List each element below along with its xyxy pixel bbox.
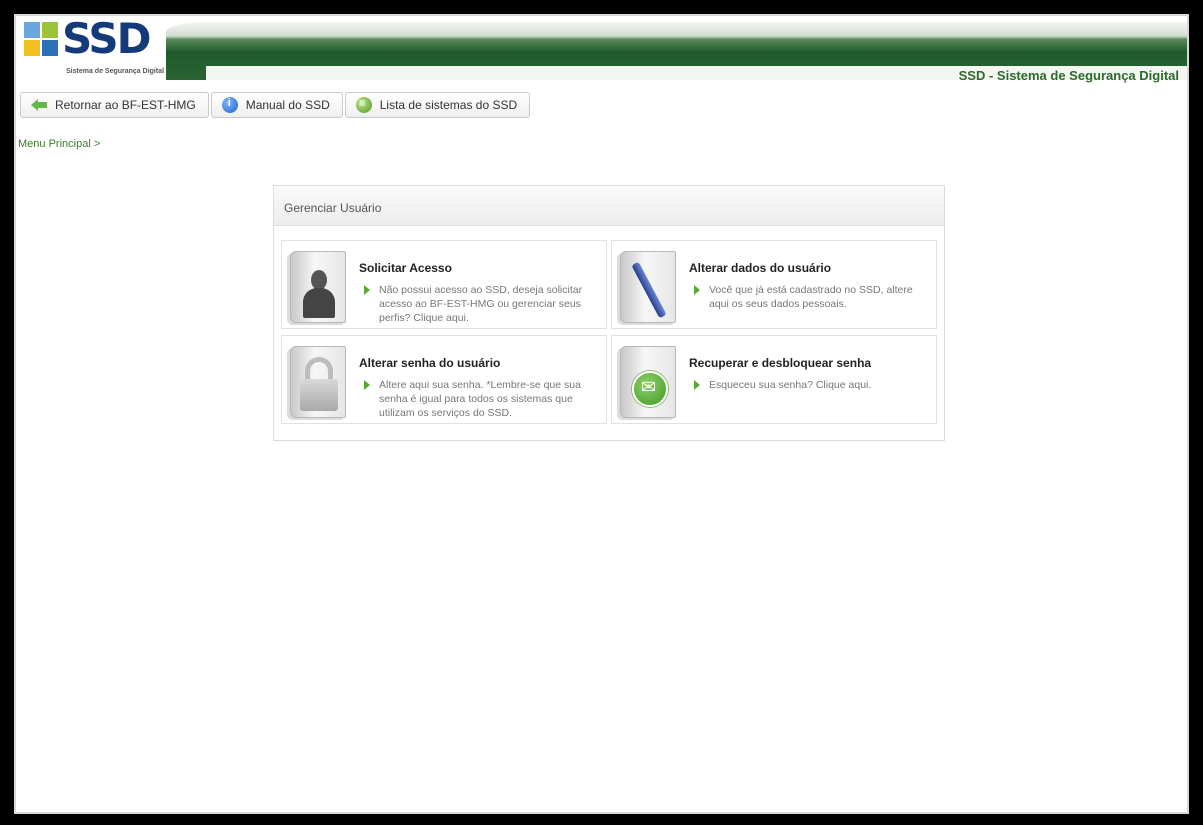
request-access-card[interactable]: Solicitar Acesso Não possui acesso ao SS… bbox=[281, 240, 607, 329]
breadcrumb[interactable]: Menu Principal > bbox=[18, 138, 100, 150]
edit-document-icon bbox=[620, 251, 676, 323]
card-title: Recuperar e desbloquear senha bbox=[689, 356, 872, 370]
logo-blocks-icon bbox=[24, 22, 60, 58]
card-description: Não possui acesso ao SSD, deseja solicit… bbox=[379, 284, 583, 324]
change-password-card[interactable]: Alterar senha do usuário Altere aqui sua… bbox=[281, 335, 607, 424]
edit-user-data-card[interactable]: Alterar dados do usuário Você que já est… bbox=[611, 240, 937, 329]
bullet-arrow-icon bbox=[694, 285, 700, 295]
ssd-logo[interactable]: SSD Sistema de Segurança Digital bbox=[22, 16, 172, 80]
manual-button[interactable]: Manual do SSD bbox=[210, 92, 343, 118]
list-icon bbox=[355, 96, 372, 113]
logo-subtitle: Sistema de Segurança Digital bbox=[66, 68, 165, 75]
card-title: Alterar senha do usuário bbox=[359, 356, 501, 370]
logo-text: SSD bbox=[62, 14, 151, 63]
bullet-arrow-icon bbox=[364, 380, 370, 390]
systems-list-button[interactable]: Lista de sistemas do SSD bbox=[344, 92, 531, 118]
panel-title: Gerenciar Usuário bbox=[274, 186, 944, 226]
back-arrow-icon bbox=[31, 99, 47, 111]
recover-password-card[interactable]: Recuperar e desbloquear senha Esqueceu s… bbox=[611, 335, 937, 424]
card-description: Altere aqui sua senha. *Lembre-se que su… bbox=[379, 379, 581, 419]
bullet-arrow-icon bbox=[694, 380, 700, 390]
back-button[interactable]: Retornar ao BF-EST-HMG bbox=[20, 92, 209, 118]
manage-user-panel: Gerenciar Usuário Solicitar Acesso Não p… bbox=[273, 185, 945, 441]
bullet-arrow-icon bbox=[364, 285, 370, 295]
systems-list-button-label: Lista de sistemas do SSD bbox=[379, 98, 518, 112]
info-icon bbox=[221, 97, 238, 113]
toolbar: Retornar ao BF-EST-HMG Manual do SSD Lis… bbox=[20, 92, 532, 118]
manual-button-label: Manual do SSD bbox=[245, 98, 330, 112]
card-description: Você que já está cadastrado no SSD, alte… bbox=[709, 284, 913, 310]
card-description: Esqueceu sua senha? Clique aqui. bbox=[709, 379, 872, 391]
app-title: SSD - Sistema de Segurança Digital bbox=[958, 68, 1179, 83]
mail-document-icon bbox=[620, 346, 676, 418]
back-button-label: Retornar ao BF-EST-HMG bbox=[55, 98, 196, 112]
page-frame: SSD Sistema de Segurança Digital SSD - S… bbox=[14, 14, 1189, 814]
header: SSD Sistema de Segurança Digital SSD - S… bbox=[16, 16, 1187, 86]
card-title: Solicitar Acesso bbox=[359, 261, 452, 275]
user-document-icon bbox=[290, 251, 346, 323]
card-title: Alterar dados do usuário bbox=[689, 261, 832, 275]
lock-document-icon bbox=[290, 346, 346, 418]
